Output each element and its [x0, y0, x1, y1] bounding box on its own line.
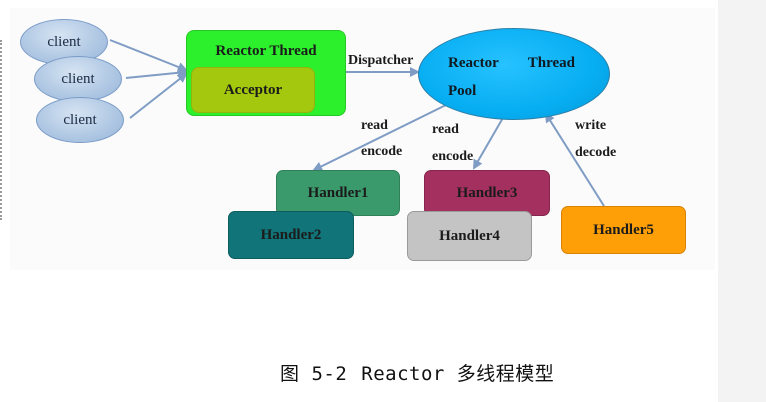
edge-label-decode-right: decode — [575, 145, 617, 160]
edge-label-encode-mid: encode — [432, 149, 474, 164]
arrow-client1-to-reactor — [109, 39, 188, 72]
reactor-thread-label: Reactor Thread — [215, 43, 317, 59]
thread-pool-word-pool: Pool — [448, 83, 477, 99]
figure-number: 图 5-2 — [280, 363, 348, 385]
handler2-box: Handler2 — [228, 211, 354, 259]
arrow-pool-to-handler3 — [473, 115, 505, 170]
thread-pool-word-reactor: Reactor — [448, 55, 499, 71]
handler5-box: Handler5 — [561, 206, 686, 254]
edge-label-read-left: read — [361, 118, 388, 133]
handler3-box: Handler3 — [424, 170, 550, 216]
handler1-box: Handler1 — [276, 170, 400, 216]
edge-label-write-right: write — [575, 118, 607, 133]
thread-pool-word-thread: Thread — [527, 55, 575, 71]
client-label: client — [63, 111, 97, 128]
thread-pool-label: Reactor Thread Pool — [448, 49, 588, 105]
handler2-label: Handler2 — [260, 226, 322, 243]
arrow-client2-to-reactor — [125, 67, 188, 79]
figure-caption: 图 5-2 Reactor 多线程模型 — [280, 359, 554, 386]
handler3-label: Handler3 — [456, 184, 518, 201]
client-node-3: client — [36, 97, 124, 143]
handler1-label: Handler1 — [307, 184, 369, 201]
client-label: client — [47, 33, 81, 50]
figure-title: Reactor 多线程模型 — [361, 363, 555, 385]
handler4-label: Handler4 — [439, 227, 500, 244]
arrow-client3-to-reactor — [129, 72, 188, 119]
acceptor-box: Acceptor — [191, 67, 315, 113]
dispatcher-label: Dispatcher — [348, 53, 414, 68]
client-node-2: client — [34, 56, 122, 102]
edge-label-read-mid: read — [432, 122, 459, 137]
client-label: client — [61, 70, 95, 87]
handler4-box: Handler4 — [407, 211, 532, 261]
handler5-label: Handler5 — [593, 221, 654, 238]
reactor-diagram-figure: client client client Reactor Thread Acce… — [0, 0, 766, 402]
acceptor-label: Acceptor — [223, 81, 283, 98]
edge-label-encode-left: encode — [361, 144, 403, 159]
